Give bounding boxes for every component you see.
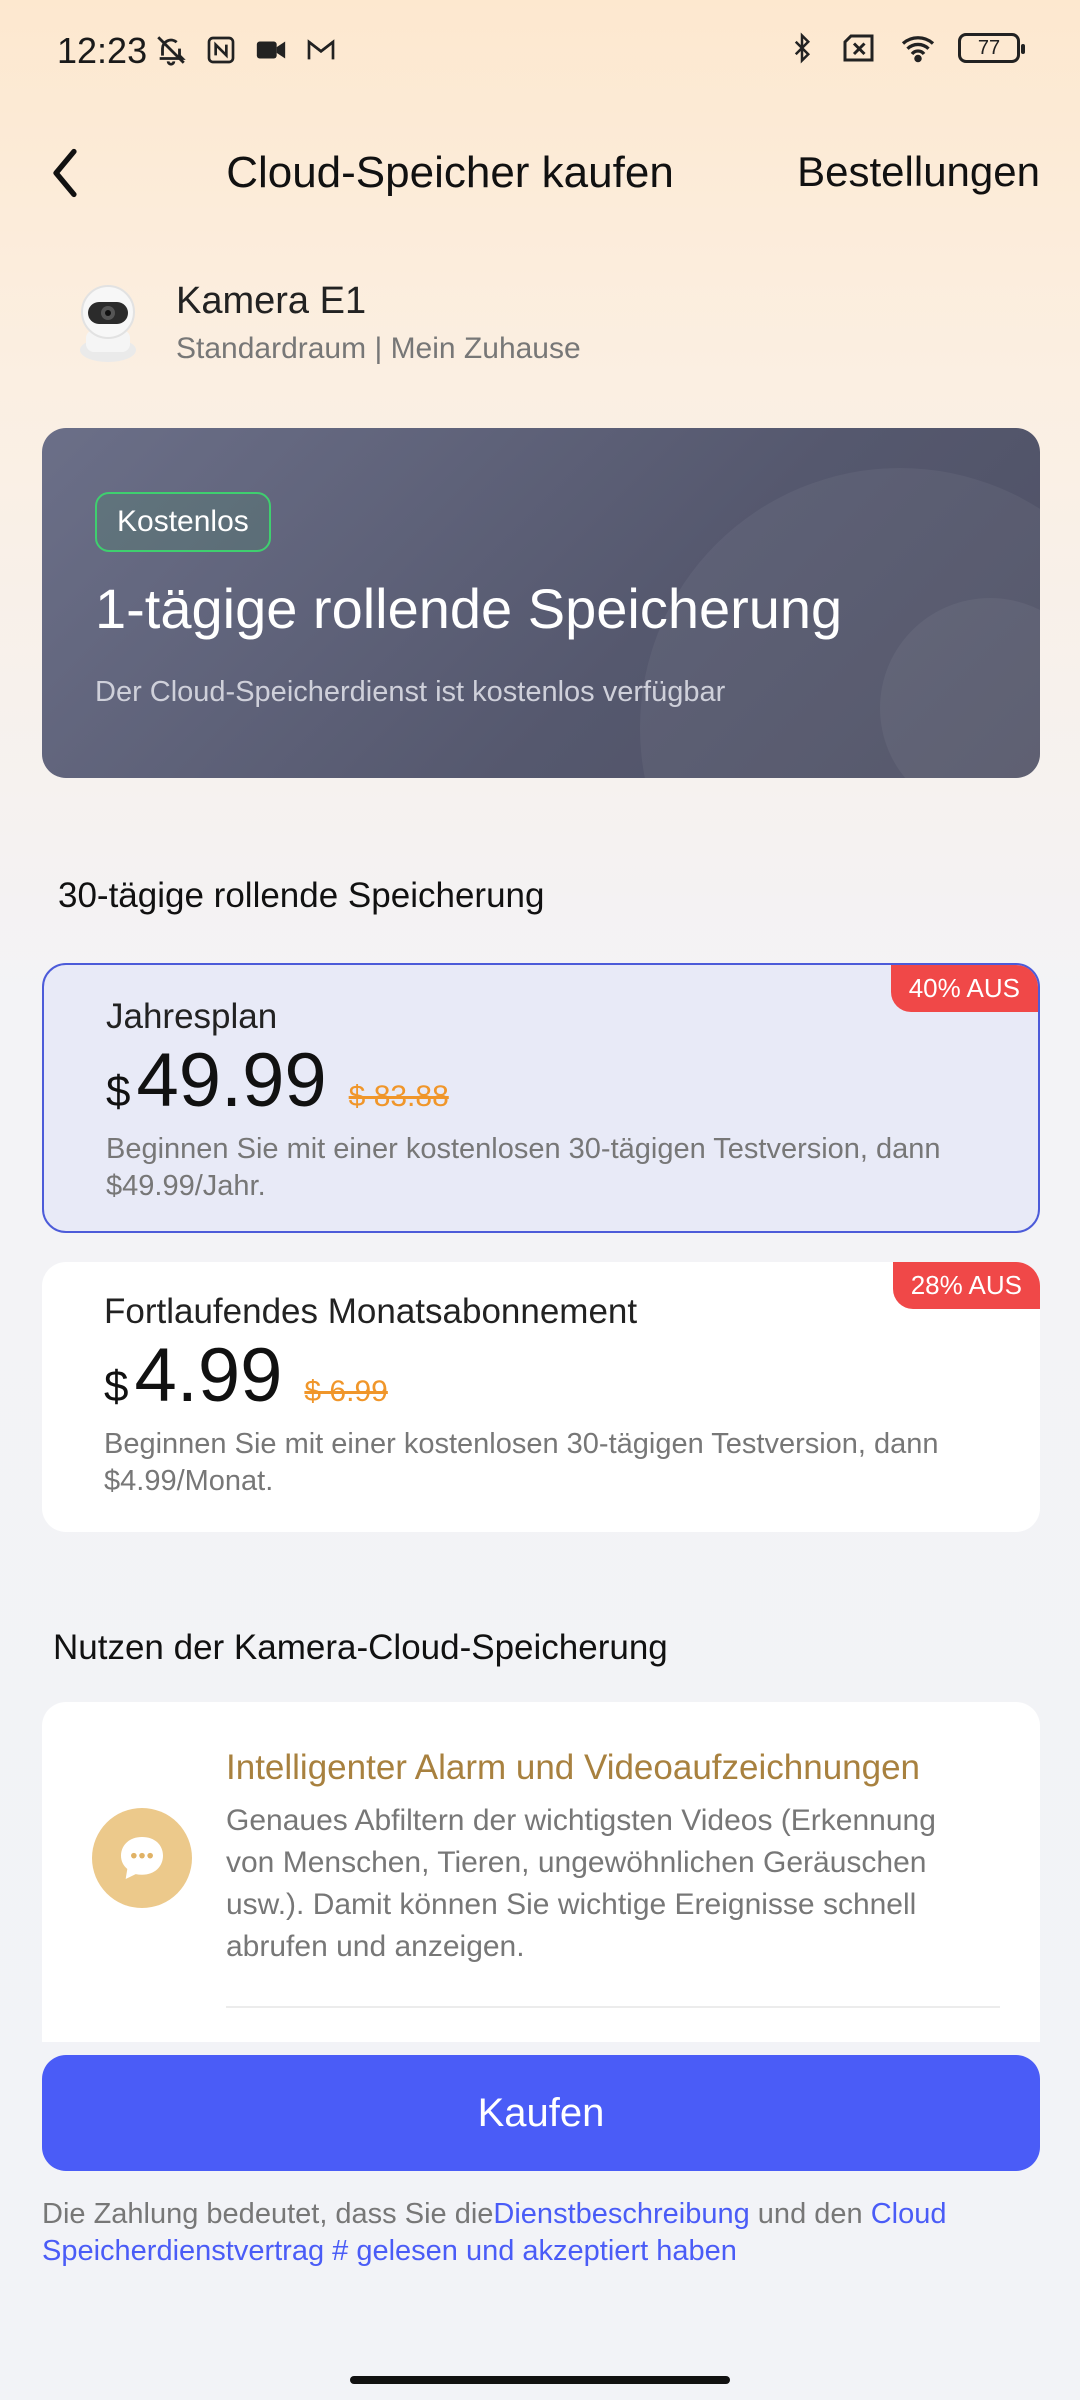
benefit-text: Genaues Abfiltern der wichtigsten Videos… [226,1804,936,1963]
benefit-title: Intelligenter Alarm und Videoaufzeichnun… [226,1748,921,1787]
plan-description: Beginnen Sie mit einer kostenlosen 30-tä… [106,1133,941,1202]
price-amount: 4.99 [134,1333,283,1418]
battery-icon: 77 [958,33,1025,63]
status-time: 12:23 [57,30,148,71]
plan-name: Jahresplan [106,997,278,1036]
plan-card-annual[interactable]: 40% AUS Jahresplan $ 49.99 $ 83.88 Begin… [42,963,1040,1233]
benefit-card: Intelligenter Alarm und Videoaufzeichnun… [42,1702,1040,2042]
plan-price: $ 4.99 $ 6.99 [104,1332,388,1419]
page-title: Cloud-Speicher kaufen [226,148,674,197]
divider [226,2006,1000,2008]
discount-badge: 28% AUS [892,1262,1040,1309]
device-name: Kamera E1 [176,280,367,322]
buy-button[interactable]: Kaufen [42,2055,1040,2171]
orders-link[interactable]: Bestellungen [797,148,1040,196]
plan-name: Fortlaufendes Monatsabonnement [104,1292,638,1331]
discount-badge: 40% AUS [890,965,1038,1012]
plans-section-title: 30-tägige rollende Speicherung [58,876,545,915]
device-location: Standardraum | Mein Zuhause [176,332,581,365]
sim-off-icon [842,30,878,66]
price-amount: 49.99 [136,1038,327,1123]
status-icons-left [153,32,339,68]
free-badge: Kostenlos [95,492,271,552]
gmail-icon [303,32,339,68]
home-indicator[interactable] [350,2376,730,2384]
nfc-icon [203,32,239,68]
free-plan-description: Der Cloud-Speicherdienst ist kostenlos v… [95,676,726,708]
old-price: $ 6.99 [304,1375,388,1408]
legal-text: Die Zahlung bedeutet, dass Sie dieDienst… [42,2196,1040,2270]
legal-prefix: Die Zahlung bedeutet, dass Sie die [42,2198,494,2230]
legal-middle: und den [749,2198,871,2230]
muted-bell-icon [153,32,189,68]
status-icons-right: 77 [784,30,1025,66]
currency-symbol: $ [104,1362,129,1411]
camera-thumbnail [72,280,144,366]
free-plan-card: Kostenlos 1-tägige rollende Speicherung … [42,428,1040,778]
video-camera-icon [253,32,289,68]
chat-bubble-icon [92,1808,192,1908]
service-description-link[interactable]: Dienstbeschreibung [493,2198,749,2230]
bluetooth-icon [784,30,820,66]
wifi-icon [900,30,936,66]
plan-description: Beginnen Sie mit einer kostenlosen 30-tä… [104,1428,939,1497]
plan-card-monthly[interactable]: 28% AUS Fortlaufendes Monatsabonnement $… [42,1262,1040,1532]
old-price: $ 83.88 [348,1080,449,1113]
benefits-section-title: Nutzen der Kamera-Cloud-Speicherung [53,1628,668,1667]
currency-symbol: $ [106,1067,131,1116]
plan-price: $ 49.99 $ 83.88 [106,1037,449,1124]
free-plan-title: 1-tägige rollende Speicherung [95,577,843,640]
